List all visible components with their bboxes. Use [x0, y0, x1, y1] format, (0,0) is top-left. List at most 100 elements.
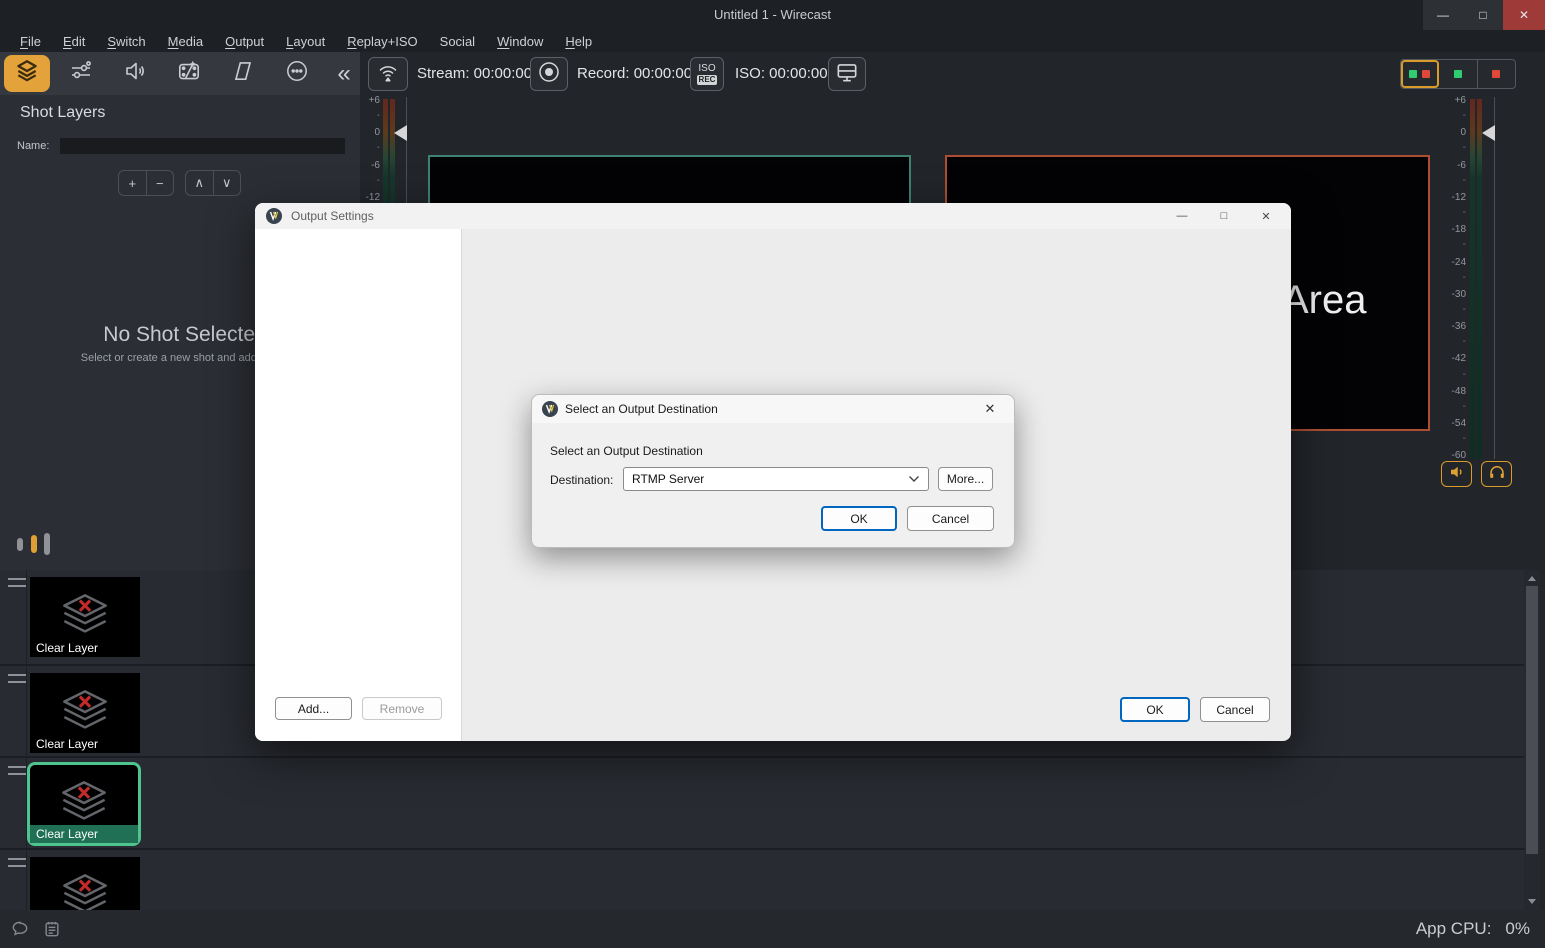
iso-record-button[interactable]: ISO REC [690, 57, 724, 91]
shot-label: Clear Layer [30, 825, 138, 843]
menubar: FileEditSwitchMediaOutputLayoutReplay+IS… [0, 30, 1545, 52]
scroll-up-icon[interactable] [1528, 576, 1536, 581]
meter-scale-label: -60 [1438, 450, 1466, 461]
shot-thumbnail[interactable]: Clear Layer [30, 577, 140, 657]
stream-button[interactable] [368, 57, 408, 91]
menu-output[interactable]: Output [214, 34, 275, 49]
volume-fader-handle[interactable] [394, 125, 407, 141]
meter-scale-label: -6 [356, 160, 380, 171]
select-destination-dialog: Select an Output Destination ✕ Select an… [531, 394, 1015, 548]
shot-thumbnail[interactable]: Clear Layer [30, 857, 140, 910]
layer-move-group: ∧ ∨ [185, 170, 241, 196]
destinations-list[interactable] [255, 229, 462, 741]
transitions-tab[interactable] [216, 52, 270, 95]
output-settings-ok-button[interactable]: OK [1120, 697, 1190, 722]
external-display-button[interactable] [828, 57, 866, 91]
maximize-button[interactable]: □ [1463, 0, 1503, 30]
wirecast-window: Untitled 1 - Wirecast — □ ✕ FileEditSwit… [0, 0, 1545, 948]
app-cpu-label: App CPU: [1416, 919, 1492, 939]
add-destination-button[interactable]: Add... [275, 697, 352, 720]
menu-switch[interactable]: Switch [96, 34, 156, 49]
dialog-maximize-button[interactable]: □ [1203, 203, 1245, 229]
scroll-down-icon[interactable] [1528, 899, 1536, 904]
menu-media[interactable]: Media [157, 34, 214, 49]
audio-tab[interactable] [108, 52, 162, 95]
dialog-close-button[interactable]: ✕ [1245, 203, 1287, 229]
media-wizard-tab[interactable] [162, 52, 216, 95]
menu-social[interactable]: Social [429, 34, 486, 49]
drag-handle-icon[interactable] [8, 766, 26, 775]
window-controls: — □ ✕ [1423, 0, 1545, 30]
drag-handle-icon[interactable] [8, 578, 26, 587]
meter-scale-label: -30 [1438, 289, 1466, 300]
wirecast-logo-icon [266, 208, 282, 229]
name-label: Name: [17, 140, 49, 152]
volume-fader-handle[interactable] [1482, 125, 1495, 141]
output-settings-cancel-button[interactable]: Cancel [1200, 697, 1270, 722]
collapse-panel-button[interactable]: « [330, 52, 358, 95]
notes-icon[interactable] [42, 919, 62, 944]
dialog-title: Output Settings [291, 203, 374, 229]
record-icon [537, 60, 561, 89]
headphone-monitor-button[interactable] [1481, 461, 1512, 487]
destination-ok-button[interactable]: OK [821, 506, 897, 531]
stream-timer: Stream: 00:00:00 [417, 52, 532, 95]
close-button[interactable]: ✕ [1503, 0, 1545, 30]
meter-scale-label: -36 [1438, 321, 1466, 332]
shot-name-input[interactable] [60, 138, 345, 154]
layers-icon [52, 686, 118, 740]
move-layer-down-button[interactable]: ∨ [214, 171, 241, 195]
shot-layers-tab[interactable] [4, 55, 50, 92]
meter-scale-label: -12 [356, 192, 380, 203]
view-preview-button[interactable] [1439, 60, 1477, 88]
more-button[interactable]: More... [938, 467, 993, 491]
record-timer: Record: 00:00:00 [577, 52, 692, 95]
broadcast-icon [376, 60, 400, 89]
dialog-titlebar[interactable]: Output Settings — □ ✕ [255, 203, 1291, 229]
move-layer-up-button[interactable]: ∧ [186, 171, 214, 195]
menu-edit[interactable]: Edit [52, 34, 96, 49]
drag-handle-icon[interactable] [8, 674, 26, 683]
chevron-down-icon [908, 470, 920, 488]
transport-bar: Stream: 00:00:00 Record: 00:00:00 ISO RE… [360, 52, 1400, 95]
dialog-titlebar[interactable]: Select an Output Destination ✕ [532, 395, 1014, 423]
meter-scale-label: -24 [1438, 257, 1466, 268]
menu-window[interactable]: Window [486, 34, 554, 49]
dialog-minimize-button[interactable]: — [1161, 203, 1203, 229]
chat-icon[interactable] [10, 919, 30, 944]
view-both-button[interactable] [1401, 60, 1439, 88]
menu-file[interactable]: File [9, 34, 52, 49]
record-button[interactable] [530, 57, 568, 91]
view-live-button[interactable] [1478, 60, 1515, 88]
shot-label: Clear Layer [30, 639, 104, 657]
destination-select[interactable]: RTMP Server [623, 467, 929, 491]
add-layer-button[interactable]: + [119, 171, 147, 195]
menu-replay-iso[interactable]: Replay+ISO [336, 34, 428, 49]
meter-scale-label: 0 [1438, 127, 1466, 138]
remove-layer-button[interactable]: − [147, 171, 174, 195]
shot-thumbnail[interactable]: Clear Layer [30, 673, 140, 753]
drag-handle-icon[interactable] [8, 858, 26, 867]
volume-fader-track[interactable] [1494, 97, 1495, 459]
shot-thumbnail-selected[interactable]: Clear Layer [27, 762, 141, 846]
green-square-icon [1409, 70, 1417, 78]
menu-layout[interactable]: Layout [275, 34, 336, 49]
destination-cancel-button[interactable]: Cancel [907, 506, 994, 531]
more-tab[interactable] [270, 52, 324, 95]
scrollbar-thumb[interactable] [1526, 586, 1538, 854]
headphones-icon [1488, 463, 1506, 486]
shot-row[interactable]: Clear Layer [0, 758, 1524, 850]
live-audio-buttons [1441, 461, 1512, 487]
speaker-icon [1448, 463, 1466, 486]
speaker-mute-button[interactable] [1441, 461, 1472, 487]
minimize-button[interactable]: — [1423, 0, 1463, 30]
panel-toolbar [0, 52, 360, 95]
menu-help[interactable]: Help [554, 34, 603, 49]
shot-row[interactable]: Clear Layer [0, 850, 1524, 910]
shot-list-scrollbar[interactable] [1524, 570, 1540, 910]
window-title: Untitled 1 - Wirecast [0, 0, 1545, 30]
shot-properties-tab[interactable] [54, 52, 108, 95]
dialog-close-button[interactable]: ✕ [972, 397, 1008, 421]
live-audio-meter: +6-0--6--12--18--24--30--36--42--48--54-… [1438, 95, 1508, 467]
layers-icon [52, 870, 118, 910]
